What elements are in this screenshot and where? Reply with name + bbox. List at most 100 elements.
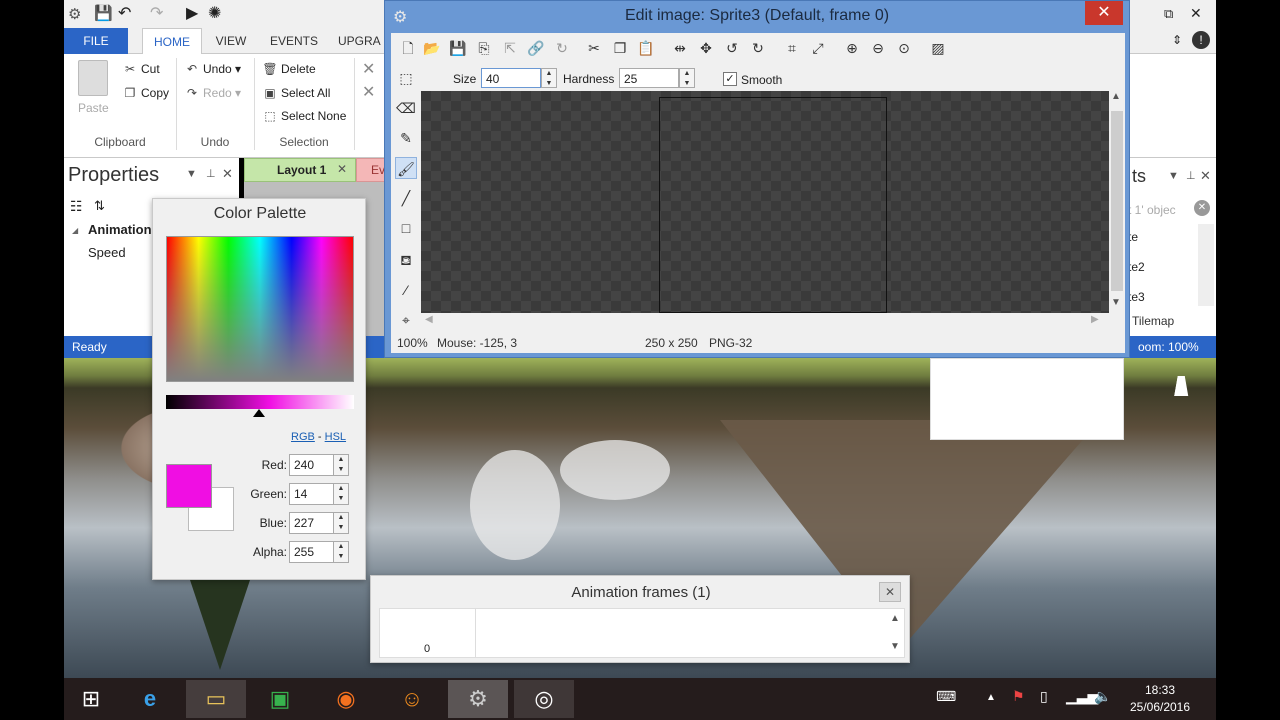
paste-button[interactable]: Paste: [78, 98, 109, 118]
zoom-reset-icon[interactable]: ⊙: [893, 37, 915, 59]
collapse-icon[interactable]: ◢: [72, 226, 78, 235]
flip-vertical-icon[interactable]: ✥: [695, 37, 717, 59]
eraser-tool-icon[interactable]: ⌫: [395, 97, 417, 119]
scroll-up-icon[interactable]: ▲: [890, 613, 900, 624]
transparency-icon[interactable]: ▨: [927, 37, 949, 59]
redo-icon[interactable]: ↷: [150, 3, 163, 23]
scroll-down-icon[interactable]: ▼: [890, 641, 900, 652]
pin-icon[interactable]: ⊥: [1186, 169, 1196, 182]
save-as-icon[interactable]: ⎘: [473, 37, 495, 59]
speed-property[interactable]: Speed: [88, 245, 126, 260]
select-none-button[interactable]: ⬚ Select None: [262, 106, 346, 126]
tab-events[interactable]: EVENTS: [264, 28, 324, 54]
hardness-spinner[interactable]: ▲ ▼: [679, 68, 695, 88]
hardness-input[interactable]: 25: [619, 68, 679, 88]
panel-menu-icon[interactable]: ▼: [1168, 170, 1179, 182]
sprite-bounds[interactable]: [659, 97, 887, 313]
new-icon[interactable]: 🗋: [397, 37, 419, 59]
alpha-input[interactable]: 255: [289, 541, 339, 563]
power-icon[interactable]: ▯: [1040, 688, 1048, 705]
tab-upgrade[interactable]: UPGRA: [338, 28, 388, 54]
start-windows-icon[interactable]: ⊞: [61, 680, 121, 718]
tilemap-item[interactable]: Tilemap: [1132, 314, 1174, 328]
save-icon[interactable]: 💾: [447, 37, 469, 59]
frames-list[interactable]: 0 ▲ ▼: [379, 608, 905, 658]
action-center-icon[interactable]: ⚑: [1012, 688, 1025, 705]
close-animation-button[interactable]: ✕: [879, 582, 901, 602]
origin-tool-icon[interactable]: ⌖: [395, 309, 417, 331]
tools-icon[interactable]: ✕: [362, 59, 375, 79]
green-input[interactable]: 14: [289, 483, 339, 505]
close-main-icon[interactable]: ✕: [1190, 5, 1202, 22]
cut-button[interactable]: ✂ Cut: [122, 59, 160, 79]
link-icon[interactable]: 🔗: [525, 37, 547, 59]
file-explorer-icon[interactable]: ▭: [186, 680, 246, 718]
line-tool-icon[interactable]: ╱: [395, 187, 417, 209]
volume-icon[interactable]: 🔈: [1094, 688, 1111, 705]
scroll-left-icon[interactable]: ◀: [425, 314, 433, 325]
luminance-slider[interactable]: [166, 395, 354, 409]
store-icon[interactable]: ▣: [250, 680, 310, 718]
scroll-up-icon[interactable]: ▲: [1111, 91, 1121, 102]
luminance-marker-icon[interactable]: [253, 409, 265, 417]
objects-scrollbar[interactable]: [1198, 224, 1214, 306]
firefox-icon[interactable]: ◉: [316, 680, 376, 718]
close-panel-icon[interactable]: ✕: [222, 166, 233, 182]
search-clear-icon[interactable]: ✕: [1194, 200, 1210, 216]
tab-file[interactable]: FILE: [64, 28, 128, 54]
close-tab-icon[interactable]: ✕: [337, 162, 347, 176]
blue-input[interactable]: 227: [289, 512, 339, 534]
pencil-tool-icon[interactable]: ✎: [395, 127, 417, 149]
zoom-out-icon[interactable]: ⊖: [867, 37, 889, 59]
tab-home[interactable]: HOME: [142, 28, 202, 54]
blue-spinner[interactable]: ▲ ▼: [333, 512, 349, 534]
animation-section[interactable]: Animation: [88, 222, 152, 237]
help-icon[interactable]: !: [1192, 31, 1210, 49]
green-spinner[interactable]: ▲ ▼: [333, 483, 349, 505]
hsl-link[interactable]: HSL: [325, 431, 346, 443]
rectangle-select-tool-icon[interactable]: ⬚: [395, 67, 417, 89]
alpha-spinner[interactable]: ▲ ▼: [333, 541, 349, 563]
keyboard-icon[interactable]: ⌨: [936, 688, 956, 705]
paste-icon[interactable]: [78, 60, 108, 96]
scroll-down-icon[interactable]: ▼: [1111, 297, 1121, 308]
undo-button[interactable]: ↶ Undo ▾: [184, 59, 241, 79]
app-gear-icon[interactable]: ⚙: [68, 5, 81, 23]
copy-button[interactable]: ❐ Copy: [122, 83, 169, 103]
resize-icon[interactable]: ⤢: [807, 37, 829, 59]
size-spinner[interactable]: ▲ ▼: [541, 68, 557, 88]
horizontal-scrollbar[interactable]: ◀ ▶: [421, 313, 1109, 329]
scroll-right-icon[interactable]: ▶: [1091, 314, 1099, 325]
close-button[interactable]: ✕: [1085, 1, 1123, 25]
object-item[interactable]: te3: [1128, 290, 1145, 304]
red-spinner[interactable]: ▲ ▼: [333, 454, 349, 476]
smooth-checkbox[interactable]: ✓: [723, 72, 737, 86]
vertical-scrollbar[interactable]: ▲ ▼: [1109, 91, 1125, 313]
select-all-button[interactable]: ▣ Select All: [262, 83, 330, 103]
delete-button[interactable]: 🗑 Delete: [262, 59, 315, 79]
rgb-link[interactable]: RGB: [291, 431, 315, 443]
paste-icon[interactable]: 📋: [635, 37, 657, 59]
scroll-thumb[interactable]: [1111, 111, 1123, 291]
scratch-icon[interactable]: ☺: [382, 680, 442, 718]
rotate-right-icon[interactable]: ↻: [747, 37, 769, 59]
copy-icon[interactable]: ❐: [609, 37, 631, 59]
primary-color-swatch[interactable]: [166, 464, 212, 508]
preview-icon[interactable]: ▶: [186, 3, 198, 23]
undo-icon[interactable]: ↶: [118, 3, 131, 23]
object-item[interactable]: te2: [1128, 260, 1145, 274]
export-icon[interactable]: ⇱: [499, 37, 521, 59]
color-picker-tool-icon[interactable]: ⁄: [395, 279, 417, 301]
save-icon[interactable]: 💾: [94, 4, 113, 22]
obs-icon[interactable]: ◎: [514, 680, 574, 718]
tab-event-sheet[interactable]: Ev: [356, 158, 386, 182]
ribbon-collapse-icon[interactable]: ⇕: [1172, 33, 1182, 47]
red-input[interactable]: 240: [289, 454, 339, 476]
fill-tool-icon[interactable]: ⛾: [395, 249, 417, 271]
frame-thumbnail[interactable]: 0: [380, 609, 476, 657]
tab-view[interactable]: VIEW: [208, 28, 254, 54]
image-canvas[interactable]: [421, 91, 1109, 313]
refresh-icon[interactable]: ↻: [551, 37, 573, 59]
debug-icon[interactable]: ✺: [208, 3, 221, 23]
close-panel-icon[interactable]: ✕: [1200, 168, 1211, 184]
